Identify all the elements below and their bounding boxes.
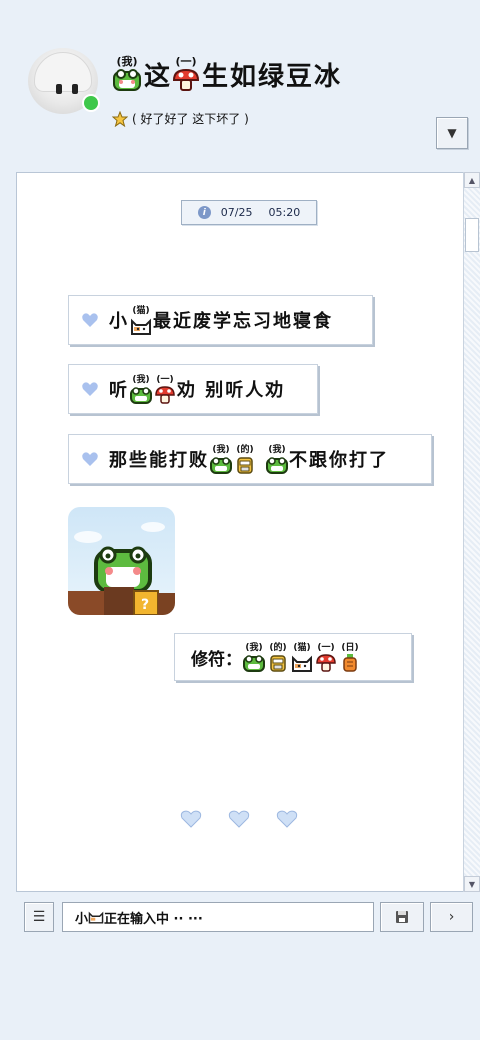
ruby-text: (猫) [293, 642, 311, 653]
robot-icon [237, 456, 253, 474]
ruby-text: (日) [341, 642, 359, 653]
heart-icon [82, 313, 98, 327]
heart-icon [228, 810, 250, 828]
online-status-dot [82, 94, 100, 112]
cat-emoji: (猫) [291, 643, 313, 672]
message-timestamp: i 07/25 05:20 [181, 200, 317, 225]
frog-emoji: (我) [210, 445, 232, 474]
avatar-hair [34, 52, 92, 92]
heart-icon [82, 452, 98, 466]
frog-icon [266, 456, 288, 474]
ruby-text: (猫) [132, 305, 150, 316]
robot-emoji: (的) [234, 445, 256, 474]
profile-status: ( 好了好了 这下坏了 ) [112, 110, 249, 127]
message-bubble[interactable]: 那些能打败 (我) (的) (我) 不跟你打了 [68, 434, 432, 484]
carrot-emoji: (日) [339, 643, 361, 672]
frog-icon [210, 456, 232, 474]
mushroom-emoji: (一) [154, 375, 176, 404]
heart-icon [82, 382, 98, 396]
image-message[interactable]: ? [68, 507, 175, 615]
message-text: 小 [109, 311, 129, 332]
title-text: 这 [144, 62, 173, 92]
avatar-eye [56, 84, 62, 94]
cat-emoji: (猫) [130, 306, 152, 335]
frog-emoji: (我) [243, 643, 265, 672]
decorative-hearts [180, 810, 298, 828]
ruby-text: (我) [245, 642, 263, 653]
scroll-thumb[interactable] [465, 218, 479, 252]
message-text: 不跟你打了 [289, 450, 389, 471]
typing-text: 正在输入中 ·· ··· [104, 911, 203, 927]
frog-icon [243, 654, 265, 672]
message-text: 听 [109, 380, 129, 401]
menu-button[interactable]: ☰ [24, 902, 54, 932]
frog-emoji: (我) [130, 375, 152, 404]
svg-text:?: ? [141, 597, 149, 613]
runes-label: 修符： [191, 649, 242, 670]
mushroom-icon [316, 653, 336, 672]
ruby-text: (我) [116, 55, 138, 68]
chevron-right-icon: › [448, 909, 455, 925]
mushroom-icon [173, 68, 200, 91]
cat-icon [292, 655, 312, 672]
dropdown-button[interactable]: ▼ [436, 117, 468, 149]
ruby-text: (一) [156, 374, 174, 385]
mushroom-icon [155, 385, 175, 404]
info-icon: i [197, 206, 211, 219]
frog-icon [130, 386, 152, 404]
menu-icon: ☰ [32, 909, 46, 925]
message-text: 劝 别听人劝 [177, 380, 286, 401]
message-bubble[interactable]: 小 (猫) 最近废学忘习地寝食 [68, 295, 373, 345]
scroll-down-arrow-icon[interactable]: ▼ [464, 876, 480, 892]
profile-header: (我) 这 (一) 生如绿豆冰 ( 好了好了 这下坏了 ) ▼ [0, 0, 480, 170]
cat-icon [131, 318, 151, 335]
ruby-text: (我) [268, 444, 286, 455]
ruby-text: (一) [175, 55, 197, 68]
title-frog-emoji: (我) [112, 56, 142, 92]
timestamp-time: 05:20 [268, 206, 301, 219]
frog-sticker-image: ? [68, 522, 175, 615]
scroll-up-arrow-icon[interactable]: ▲ [464, 172, 480, 188]
ruby-text: (我) [212, 444, 230, 455]
message-text: 最近废学忘习地寝食 [153, 311, 333, 332]
frog-icon [113, 69, 141, 91]
chevron-down-icon: ▼ [447, 126, 457, 140]
heart-icon [180, 810, 202, 828]
message-input[interactable]: 小 正在输入中 ·· ··· [62, 902, 374, 932]
title-mushroom-emoji: (一) [172, 56, 200, 92]
cat-icon [88, 911, 104, 924]
robot-icon [270, 654, 286, 672]
frog-emoji: (我) [266, 445, 288, 474]
ruby-text: (一) [317, 642, 335, 653]
mushroom-emoji: (一) [315, 643, 337, 672]
avatar-eye [72, 84, 78, 94]
ruby-text: (的) [236, 444, 254, 455]
ruby-text: (的) [269, 642, 287, 653]
heart-icon [276, 810, 298, 828]
star-icon [112, 110, 128, 127]
runes-message[interactable]: 修符： (我) (的) (猫) (一) (日) [174, 633, 412, 681]
chat-scrollbar[interactable]: ▲ ▼ [463, 172, 480, 892]
floppy-disk-icon [396, 911, 408, 923]
robot-emoji: (的) [267, 643, 289, 672]
message-text: 那些能打败 [109, 450, 209, 471]
typing-text: 小 [75, 911, 89, 927]
profile-title: (我) 这 (一) 生如绿豆冰 [112, 56, 342, 92]
save-button[interactable] [380, 902, 424, 932]
timestamp-date: 07/25 [220, 206, 253, 219]
title-text: 生如绿豆冰 [202, 62, 343, 92]
message-bubble[interactable]: 听 (我) (一) 劝 别听人劝 [68, 364, 318, 414]
send-button[interactable]: › [430, 902, 473, 932]
input-bar: ☰ 小 正在输入中 ·· ··· › [16, 898, 476, 934]
ruby-text: (我) [132, 374, 150, 385]
status-text: ( 好了好了 这下坏了 ) [132, 112, 249, 126]
carrot-icon [343, 653, 357, 672]
